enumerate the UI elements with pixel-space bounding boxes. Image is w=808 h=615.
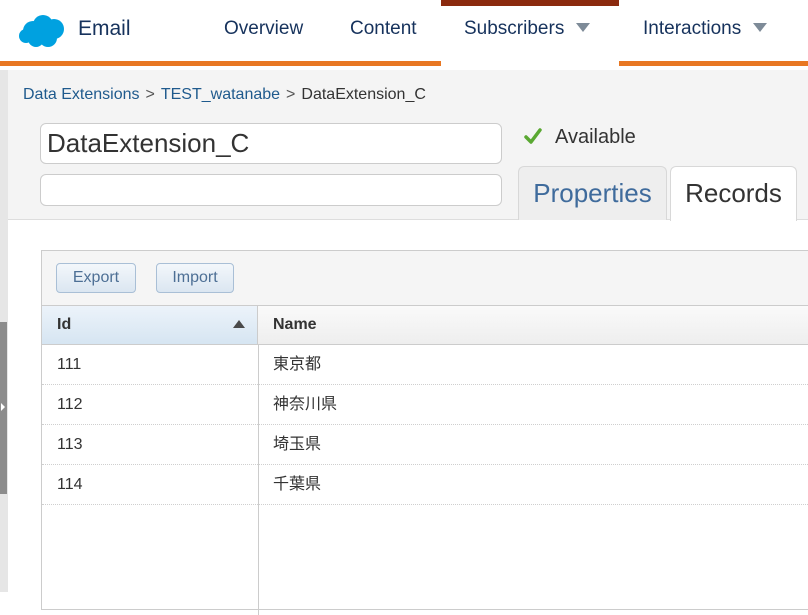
cell-id: 114 — [57, 476, 83, 493]
breadcrumb-separator: > — [286, 86, 296, 103]
cell-id: 113 — [57, 436, 83, 453]
salesforce-cloud-logo[interactable] — [18, 13, 68, 49]
top-nav-bar: Email Overview Content Subscribers Inter… — [0, 0, 808, 66]
table-row[interactable]: 114 千葉県 — [42, 465, 808, 505]
sort-ascending-icon[interactable] — [233, 320, 245, 328]
data-extension-description-input[interactable] — [40, 174, 502, 206]
tab-properties[interactable]: Properties — [518, 166, 667, 220]
table-row[interactable]: 113 埼玉県 — [42, 425, 808, 465]
cell-id: 112 — [57, 396, 83, 413]
breadcrumb-folder[interactable]: TEST_watanabe — [161, 86, 280, 103]
nav-interactions-label: Interactions — [643, 18, 742, 39]
tab-properties-label: Properties — [533, 178, 652, 208]
cell-name: 神奈川県 — [273, 396, 338, 413]
nav-subscribers-label: Subscribers — [464, 18, 565, 39]
breadcrumb-separator: > — [145, 86, 155, 103]
grid-toolbar: Export Import — [42, 251, 808, 306]
cell-name: 千葉県 — [273, 476, 322, 493]
check-icon — [524, 128, 542, 144]
breadcrumb-current: DataExtension_C — [301, 86, 426, 103]
tab-records-label: Records — [685, 178, 782, 208]
nav-subscribers[interactable]: Subscribers — [441, 0, 619, 66]
nav-overview[interactable]: Overview — [224, 0, 303, 61]
table-row[interactable]: 112 神奈川県 — [42, 385, 808, 425]
records-grid: Export Import Id Name 111 東京都 112 神奈川県 1… — [41, 250, 808, 615]
caret-down-icon[interactable] — [753, 23, 768, 33]
cell-name: 東京都 — [273, 356, 322, 373]
status-text: Available — [555, 126, 636, 148]
table-row[interactable]: 111 東京都 — [42, 345, 808, 385]
column-header-id[interactable]: Id — [42, 306, 258, 345]
column-header-name[interactable]: Name — [258, 306, 808, 345]
cell-id: 111 — [57, 356, 82, 373]
status-indicator: Available — [524, 126, 636, 149]
cell-name: 埼玉県 — [273, 436, 322, 453]
import-button[interactable]: Import — [156, 263, 234, 293]
nav-content-label: Content — [350, 18, 417, 39]
nav-overview-label: Overview — [224, 18, 304, 39]
column-header-id-label: Id — [57, 316, 72, 333]
breadcrumb-data-extensions[interactable]: Data Extensions — [23, 86, 140, 103]
nav-interactions[interactable]: Interactions — [643, 0, 768, 61]
expand-arrow-icon[interactable] — [1, 403, 5, 411]
tab-records[interactable]: Records — [670, 166, 797, 221]
column-header-name-label: Name — [273, 316, 317, 333]
app-title: Email — [78, 17, 131, 40]
breadcrumb: Data Extensions > TEST_watanabe > DataExtens… — [23, 86, 426, 104]
export-button[interactable]: Export — [56, 263, 136, 293]
data-extension-name-input[interactable] — [40, 123, 502, 164]
caret-down-icon[interactable] — [576, 23, 591, 33]
nav-content[interactable]: Content — [350, 0, 417, 61]
